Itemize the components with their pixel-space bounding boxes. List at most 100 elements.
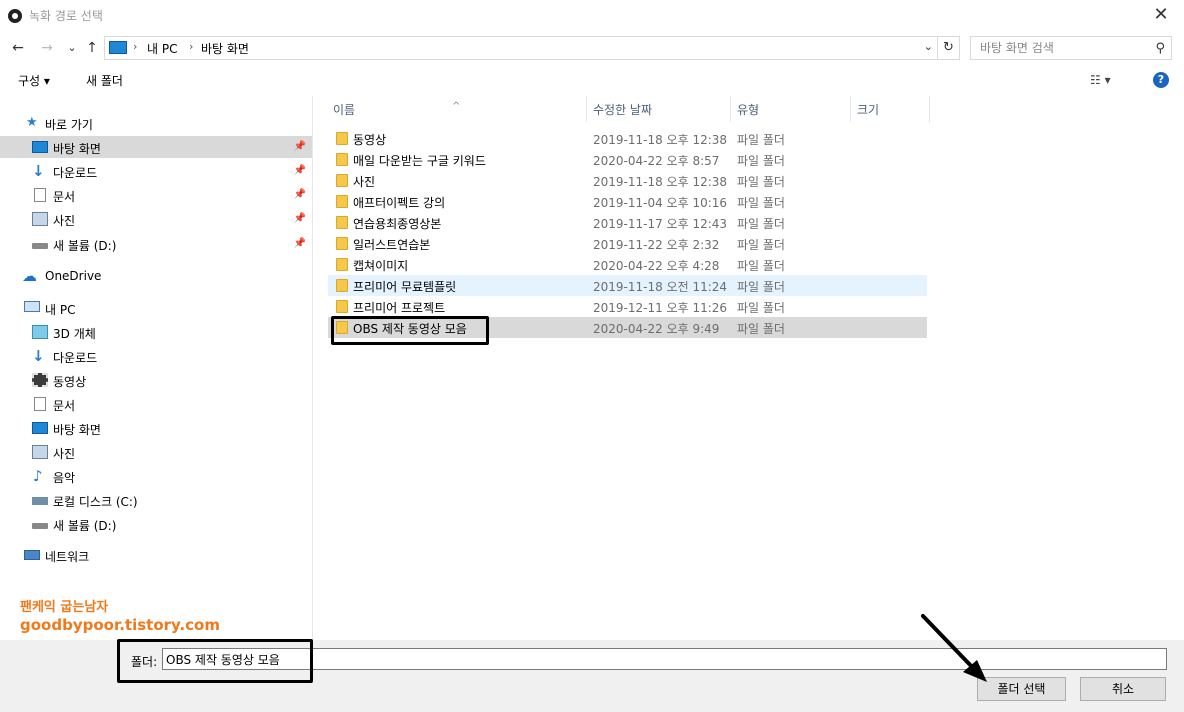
sidebar-item-onedrive[interactable]: ☁ OneDrive [0, 265, 312, 287]
column-header-label: 수정한 날짜 [593, 103, 653, 117]
up-button[interactable]: ↑ [82, 38, 102, 58]
navigation-bar: ← → ⌄ ↑ › 내 PC › 바탕 화면 ⌄ ↻ ⚲ [0, 32, 1184, 64]
row-type: 파일 폴더 [737, 196, 785, 210]
address-bar[interactable]: › 내 PC › 바탕 화면 ⌄ [104, 36, 938, 60]
cancel-button[interactable]: 취소 [1080, 677, 1166, 701]
column-header-label: 이름 [333, 103, 356, 117]
table-row-hovered[interactable]: 프리미어 무료템플릿 2019-11-18 오전 11:24 파일 폴더 [328, 275, 927, 296]
pin-icon: 📌 [293, 238, 306, 249]
sidebar-item-pictures-pinned[interactable]: 사진 📌 [0, 208, 312, 230]
sidebar-item-volume-d-pinned[interactable]: 새 볼륨 (D:) 📌 [0, 233, 312, 255]
sidebar-item-quick-access[interactable]: ★ 바로 가기 [0, 112, 312, 134]
network-icon [24, 550, 40, 560]
pin-icon: 📌 [293, 141, 306, 152]
chevron-right-icon: › [189, 40, 194, 53]
organize-menu[interactable]: 구성 ▾ [18, 72, 50, 89]
sidebar-item-label: 다운로드 [53, 166, 98, 180]
sidebar-item-downloads[interactable]: ↓ 다운로드 [0, 345, 312, 367]
search-box[interactable]: ⚲ [970, 36, 1172, 60]
folder-icon [336, 216, 348, 229]
sidebar-item-downloads-pinned[interactable]: ↓ 다운로드 📌 [0, 160, 312, 182]
table-row[interactable]: 매일 다운받는 구글 키워드 2020-04-22 오후 8:57 파일 폴더 [328, 149, 927, 170]
file-list: 이름 ^ 수정한 날짜 유형 크기 동영상 2019-11-18 오후 12:3… [328, 96, 1184, 640]
new-folder-button[interactable]: 새 폴더 [86, 72, 123, 89]
sidebar-item-label: 문서 [53, 190, 76, 204]
row-type: 파일 폴더 [737, 259, 785, 273]
row-date: 2020-04-22 오후 8:57 [593, 154, 720, 168]
table-row[interactable]: 프리미어 프로젝트 2019-12-11 오후 11:26 파일 폴더 [328, 296, 927, 317]
sidebar-item-music[interactable]: ♪ 음악 [0, 465, 312, 487]
drive-icon [32, 243, 48, 249]
video-icon [32, 373, 48, 387]
search-input[interactable] [971, 37, 1141, 59]
table-row[interactable]: 애프터이펙트 강의 2019-11-04 오후 10:16 파일 폴더 [328, 191, 927, 212]
row-name: 애프터이펙트 강의 [353, 196, 446, 210]
folder-icon [336, 195, 348, 208]
annotation-arrow-icon [921, 614, 987, 682]
sidebar-item-volume-d[interactable]: 새 볼륨 (D:) [0, 513, 312, 535]
command-toolbar: 구성 ▾ 새 폴더 ☷ ▾ ? [0, 64, 1184, 96]
column-header-type[interactable]: 유형 [731, 96, 850, 122]
row-type: 파일 폴더 [737, 322, 785, 336]
row-date: 2019-11-04 오후 10:16 [593, 196, 728, 210]
row-date: 2019-11-18 오후 12:38 [593, 133, 728, 147]
row-date: 2019-11-18 오후 12:38 [593, 175, 728, 189]
sidebar-item-documents-pinned[interactable]: 문서 📌 [0, 184, 312, 206]
folder-icon [336, 237, 348, 250]
table-row[interactable]: 일러스트연습본 2019-11-22 오후 2:32 파일 폴더 [328, 233, 927, 254]
pc-icon [109, 41, 127, 54]
sidebar-item-label: 3D 개체 [53, 327, 96, 341]
table-row[interactable]: 동영상 2019-11-18 오후 12:38 파일 폴더 [328, 128, 927, 149]
column-header-size[interactable]: 크기 [851, 96, 929, 122]
recent-locations-button[interactable]: ⌄ [62, 38, 82, 58]
sidebar-item-3d-objects[interactable]: 3D 개체 [0, 321, 312, 343]
help-icon[interactable]: ? [1153, 72, 1169, 88]
watermark-url: goodbypoor.tistory.com [20, 616, 220, 634]
table-row[interactable]: 캡쳐이미지 2020-04-22 오후 4:28 파일 폴더 [328, 254, 927, 275]
chevron-down-icon[interactable]: ⌄ [924, 40, 933, 53]
row-name: 프리미어 무료템플릿 [353, 280, 457, 294]
row-name: 프리미어 프로젝트 [353, 301, 446, 315]
window-title: 녹화 경로 선택 [29, 9, 103, 23]
folder-icon [336, 279, 348, 292]
annotation-box-selected-folder [331, 316, 489, 345]
close-button[interactable]: ✕ [1138, 0, 1184, 32]
table-row[interactable]: 사진 2019-11-18 오후 12:38 파일 폴더 [328, 170, 927, 191]
breadcrumb-desktop[interactable]: 바탕 화면 [201, 40, 249, 57]
forward-button[interactable]: → [37, 38, 57, 58]
table-row[interactable]: 연습용최종영상본 2019-11-17 오후 12:43 파일 폴더 [328, 212, 927, 233]
refresh-button[interactable]: ↻ [938, 36, 960, 60]
row-name: 연습용최종영상본 [353, 217, 442, 231]
obs-app-icon [8, 9, 22, 23]
back-button[interactable]: ← [8, 38, 28, 58]
annotation-box-folder-field [117, 639, 313, 683]
sidebar-item-desktop-pinned[interactable]: 바탕 화면 📌 [0, 136, 312, 158]
folder-name-input[interactable] [163, 649, 1166, 669]
search-icon[interactable]: ⚲ [1155, 41, 1165, 56]
star-icon: ★ [26, 115, 38, 130]
sidebar-item-network[interactable]: 네트워크 [0, 544, 312, 566]
pictures-icon [32, 212, 48, 226]
local-disk-icon [32, 497, 48, 505]
column-divider[interactable] [929, 96, 930, 122]
view-options-icon[interactable]: ☷ ▾ [1090, 73, 1111, 87]
sidebar-item-label: 문서 [53, 399, 76, 413]
sidebar-item-my-pc[interactable]: 내 PC [0, 297, 312, 319]
sidebar-item-local-disk-c[interactable]: 로컬 디스크 (C:) [0, 489, 312, 511]
column-header-date[interactable]: 수정한 날짜 [587, 96, 730, 122]
document-icon [34, 188, 46, 202]
3d-objects-icon [32, 325, 48, 339]
sidebar-item-documents[interactable]: 문서 [0, 393, 312, 415]
sidebar-item-videos[interactable]: 동영상 [0, 369, 312, 391]
pin-icon: 📌 [293, 189, 306, 200]
sidebar-item-pictures[interactable]: 사진 [0, 441, 312, 463]
folder-icon [336, 258, 348, 271]
sidebar-item-desktop[interactable]: 바탕 화면 [0, 417, 312, 439]
pin-icon: 📌 [293, 213, 306, 224]
folder-icon [336, 174, 348, 187]
folder-icon [336, 300, 348, 313]
sort-ascending-icon: ^ [452, 101, 461, 112]
column-header-name[interactable]: 이름 ^ [328, 96, 586, 122]
pin-icon: 📌 [293, 165, 306, 176]
breadcrumb-my-pc[interactable]: 내 PC [147, 40, 177, 57]
